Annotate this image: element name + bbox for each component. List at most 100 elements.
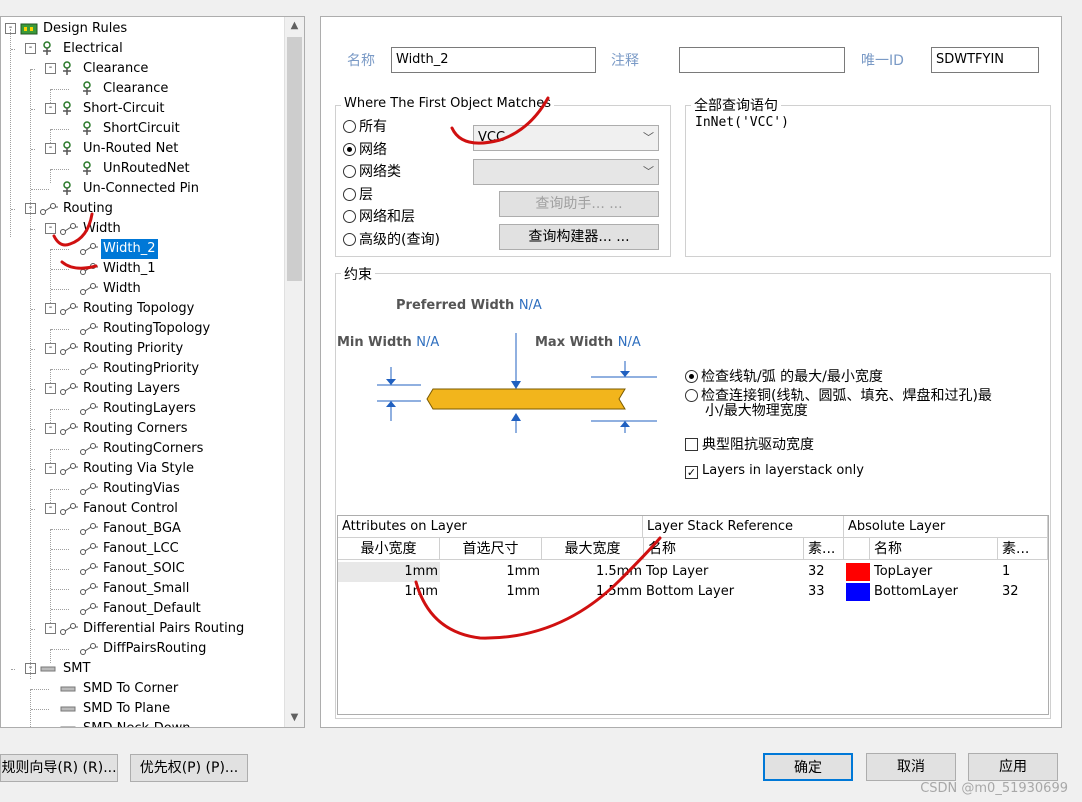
tree-item[interactable]: SMD To Plane [1,699,286,719]
scroll-up-icon[interactable]: ▲ [285,17,304,35]
tree-collapse-icon[interactable]: - [45,63,56,74]
tree-item[interactable]: RoutingTopology [1,319,286,339]
table-cell-max[interactable]: 1.5mm [542,582,642,602]
apply-button[interactable]: 应用 [968,753,1058,781]
match-option-radio[interactable]: 网络和层 [343,207,415,227]
scroll-thumb[interactable] [287,37,302,281]
match-option-radio[interactable]: 所有 [343,117,387,137]
tree-collapse-icon[interactable]: - [45,223,56,234]
col-stack-index[interactable]: 素... [804,538,844,560]
tree-item[interactable]: Clearance [1,79,286,99]
layer-color-swatch[interactable] [846,583,870,601]
tree-item[interactable]: - Fanout Control [1,499,286,519]
check-trace-radio[interactable]: 检查线轨/弧 的最大/最小宽度 [685,367,883,387]
tree-collapse-icon[interactable]: - [45,383,56,394]
ok-button[interactable]: 确定 [763,753,853,781]
tree-item[interactable]: - Routing Topology [1,299,286,319]
tree-collapse-icon[interactable]: - [45,343,56,354]
tree-item[interactable]: - Routing Corners [1,419,286,439]
tree-item[interactable]: - Electrical [1,39,286,59]
uid-field[interactable]: SDWTFYIN [931,47,1039,73]
tree-item[interactable]: - Differential Pairs Routing [1,619,286,639]
tree-collapse-icon[interactable]: - [45,623,56,634]
table-cell-pref[interactable]: 1mm [440,562,540,582]
tree-collapse-icon[interactable]: - [45,143,56,154]
table-cell-name[interactable]: Bottom Layer [646,582,802,602]
tree-item[interactable]: - Width [1,219,286,239]
impedance-checkbox[interactable]: 典型阻抗驱动宽度 [685,435,814,455]
rule-wizard-button[interactable]: 规则向导(R) (R)... [0,754,118,782]
match-option-radio[interactable]: 网络类 [343,162,401,182]
tree-item[interactable]: Width_2 [1,239,286,259]
match-option-radio[interactable]: 层 [343,185,373,205]
tree-collapse-icon[interactable]: - [45,303,56,314]
tree-item[interactable]: - Short-Circuit [1,99,286,119]
scroll-down-icon[interactable]: ▼ [285,709,304,727]
tree-item[interactable]: RoutingCorners [1,439,286,459]
tree-item[interactable]: Un-Connected Pin [1,179,286,199]
col-stack-name[interactable]: 名称 [644,538,804,560]
tree-item[interactable]: - Routing Layers [1,379,286,399]
tree-scrollbar[interactable]: ▲ ▼ [284,17,304,727]
tree-collapse-icon[interactable]: - [25,43,36,54]
table-cell-abs[interactable]: BottomLayer [874,582,994,602]
tree-item[interactable]: Width_1 [1,259,286,279]
table-cell-idx[interactable]: 33 [808,582,844,602]
tree-item[interactable]: - Design Rules [1,19,286,39]
table-row[interactable]: 1mm 1mm 1.5mm Bottom Layer 33 BottomLayer 32 [338,582,1048,602]
table-cell-min[interactable]: 1mm [338,582,438,602]
table-cell-idx[interactable]: 32 [808,562,844,582]
tree-item[interactable]: - Routing Priority [1,339,286,359]
name-field[interactable]: Width_2 [391,47,596,73]
tree-collapse-icon[interactable]: - [45,103,56,114]
comment-field[interactable] [679,47,845,73]
tree-item[interactable]: - Clearance [1,59,286,79]
match-option-radio[interactable]: 网络 [343,140,387,160]
col-abs-name[interactable]: 名称 [870,538,998,560]
layerstack-checkbox[interactable]: ✓ Layers in layerstack only [685,461,864,481]
tree-item[interactable]: SMD Neck-Down [1,719,286,727]
tree-item[interactable]: - Routing Via Style [1,459,286,479]
tree-collapse-icon[interactable]: - [45,503,56,514]
check-copper-radio[interactable]: 检查连接铜(线轨、圆弧、填充、焊盘和过孔)最 小/最大物理宽度 [685,389,992,421]
tree-collapse-icon[interactable]: - [45,423,56,434]
col-color[interactable] [844,538,870,560]
tree-item[interactable]: DiffPairsRouting [1,639,286,659]
tree-item[interactable]: - SMT [1,659,286,679]
cancel-button[interactable]: 取消 [866,753,956,781]
query-builder-button[interactable]: 查询构建器... ... [499,224,659,250]
query-helper-button[interactable]: 查询助手... ... [499,191,659,217]
tree-item[interactable]: RoutingVias [1,479,286,499]
tree-item[interactable]: Fanout_Small [1,579,286,599]
tree-item[interactable]: RoutingPriority [1,359,286,379]
tree-item[interactable]: Fanout_BGA [1,519,286,539]
tree-item[interactable]: Fanout_SOIC [1,559,286,579]
tree-item[interactable]: SMD To Corner [1,679,286,699]
tree-item[interactable]: Fanout_LCC [1,539,286,559]
table-cell-pref[interactable]: 1mm [440,582,540,602]
col-max-width[interactable]: 最大宽度 [542,538,644,560]
rule-tree[interactable]: - Design Rules - Electrical - Clearance Cleara… [0,16,305,728]
tree-item[interactable]: - Un-Routed Net [1,139,286,159]
col-min-width[interactable]: 最小宽度 [338,538,440,560]
table-row[interactable]: 1mm 1mm 1.5mm Top Layer 32 TopLayer 1 [338,562,1048,582]
tree-item[interactable]: ShortCircuit [1,119,286,139]
layer-color-swatch[interactable] [846,563,870,581]
tree-item[interactable]: UnRoutedNet [1,159,286,179]
table-cell-abs[interactable]: TopLayer [874,562,994,582]
match-option-radio[interactable]: 高级的(查询) [343,230,440,250]
col-preferred[interactable]: 首选尺寸 [440,538,542,560]
table-cell-name[interactable]: Top Layer [646,562,802,582]
table-cell-absidx[interactable]: 1 [1002,562,1046,582]
tree-item[interactable]: RoutingLayers [1,399,286,419]
tree-item[interactable]: Width [1,279,286,299]
table-cell-min[interactable]: 1mm [338,562,438,582]
table-cell-max[interactable]: 1.5mm [542,562,642,582]
table-cell-absidx[interactable]: 32 [1002,582,1046,602]
tree-collapse-icon[interactable]: - [45,463,56,474]
tree-item[interactable]: Fanout_Default [1,599,286,619]
col-abs-index[interactable]: 素... [998,538,1048,560]
net-select[interactable]: VCC ﹀ [473,125,659,151]
tree-item[interactable]: - Routing [1,199,286,219]
priority-button[interactable]: 优先权(P) (P)... [130,754,248,782]
